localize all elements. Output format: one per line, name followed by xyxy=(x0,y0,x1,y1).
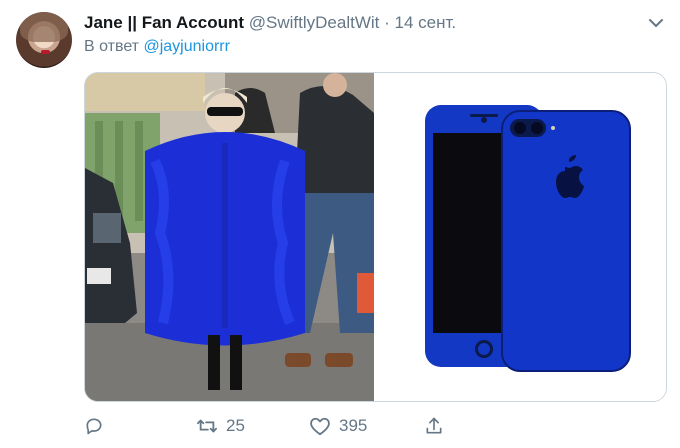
reply-prefix: В ответ xyxy=(84,38,140,55)
share-icon xyxy=(426,417,442,434)
like-count: 395 xyxy=(339,416,368,435)
reply-icon xyxy=(86,418,102,435)
separator-dot: · xyxy=(384,13,390,32)
avatar-hair xyxy=(20,12,68,42)
retweet-count: 25 xyxy=(226,416,245,435)
tweet-header: Jane || Fan Account @SwiftlyDealtWit · 1… xyxy=(84,13,456,33)
photo-scene xyxy=(85,73,374,401)
like-button[interactable]: 395 xyxy=(309,416,367,436)
display-name[interactable]: Jane || Fan Account xyxy=(84,13,244,32)
reply-context: В ответ @jayjuniorrr xyxy=(84,38,230,56)
avatar-lips xyxy=(41,50,50,54)
chevron-down-icon-svg xyxy=(649,19,663,27)
media-grid xyxy=(84,72,667,402)
heart-icon xyxy=(310,417,330,436)
reply-mention-link[interactable]: @jayjuniorrr xyxy=(143,38,229,55)
avatar[interactable] xyxy=(16,12,72,68)
reply-button[interactable] xyxy=(84,416,104,436)
share-button[interactable] xyxy=(424,416,444,436)
tweet-timestamp[interactable]: 14 сент. xyxy=(395,13,457,32)
user-handle[interactable]: @SwiftlyDealtWit xyxy=(249,13,380,32)
photo-blue-fur-coat[interactable] xyxy=(85,73,374,401)
iphone-blue-render[interactable] xyxy=(375,73,666,401)
iphone-illustration xyxy=(425,105,631,372)
chevron-down-icon[interactable] xyxy=(649,15,663,31)
retweet-button[interactable]: 25 xyxy=(196,416,245,436)
retweet-icon xyxy=(197,419,217,433)
tweet-actions: 25 395 xyxy=(0,416,680,444)
